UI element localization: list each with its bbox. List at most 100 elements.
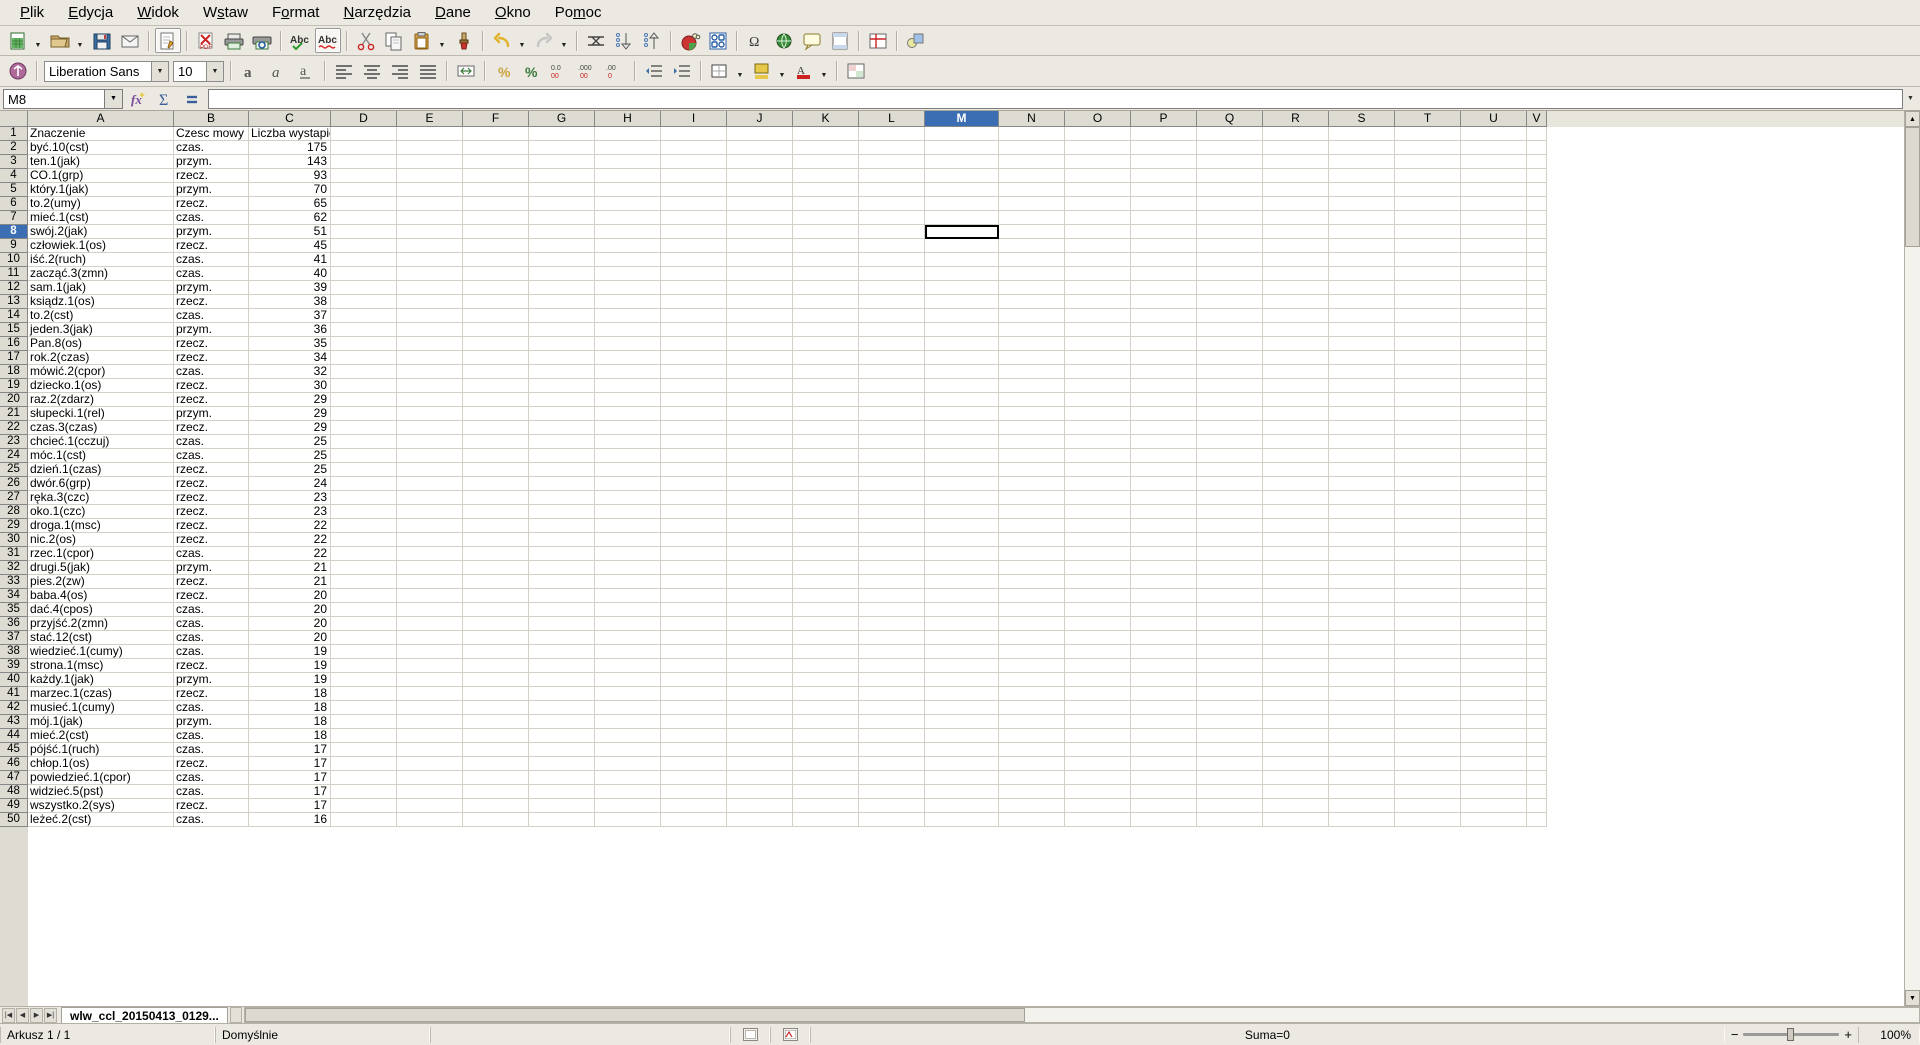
cell-R10[interactable] bbox=[1263, 253, 1329, 267]
cell-S27[interactable] bbox=[1329, 491, 1395, 505]
cell-Q25[interactable] bbox=[1197, 463, 1263, 477]
cell-S17[interactable] bbox=[1329, 351, 1395, 365]
cell-A37[interactable]: stać.12(cst) bbox=[28, 631, 174, 645]
cell-F1[interactable] bbox=[463, 127, 529, 141]
cell-K11[interactable] bbox=[793, 267, 859, 281]
cell-F38[interactable] bbox=[463, 645, 529, 659]
cell-U13[interactable] bbox=[1461, 295, 1527, 309]
cell-K26[interactable] bbox=[793, 477, 859, 491]
cell-C5[interactable]: 70 bbox=[249, 183, 331, 197]
cell-N3[interactable] bbox=[999, 155, 1065, 169]
cell-K15[interactable] bbox=[793, 323, 859, 337]
cell-R35[interactable] bbox=[1263, 603, 1329, 617]
cell-A33[interactable]: pies.2(zw) bbox=[28, 575, 174, 589]
cell-O1[interactable] bbox=[1065, 127, 1131, 141]
cell-V20[interactable] bbox=[1527, 393, 1547, 407]
cell-S48[interactable] bbox=[1329, 785, 1395, 799]
cell-G41[interactable] bbox=[529, 687, 595, 701]
cell-D50[interactable] bbox=[331, 813, 397, 827]
cell-I11[interactable] bbox=[661, 267, 727, 281]
cell-A32[interactable]: drugi.5(jak) bbox=[28, 561, 174, 575]
cell-H18[interactable] bbox=[595, 365, 661, 379]
cell-F47[interactable] bbox=[463, 771, 529, 785]
row-header-12[interactable]: 12 bbox=[0, 281, 28, 295]
cell-F42[interactable] bbox=[463, 701, 529, 715]
merge-cells-icon[interactable] bbox=[453, 59, 479, 84]
font-name-input[interactable] bbox=[45, 61, 151, 81]
zoom-thumb[interactable] bbox=[1787, 1028, 1795, 1041]
cell-G19[interactable] bbox=[529, 379, 595, 393]
cell-R38[interactable] bbox=[1263, 645, 1329, 659]
background-color-icon[interactable] bbox=[749, 59, 775, 84]
cell-L30[interactable] bbox=[859, 533, 925, 547]
cell-E30[interactable] bbox=[397, 533, 463, 547]
cell-D30[interactable] bbox=[331, 533, 397, 547]
cell-C18[interactable]: 32 bbox=[249, 365, 331, 379]
cell-B42[interactable]: czas. bbox=[174, 701, 249, 715]
cell-U10[interactable] bbox=[1461, 253, 1527, 267]
sum-icon[interactable]: Σ bbox=[152, 88, 177, 110]
cell-A12[interactable]: sam.1(jak) bbox=[28, 281, 174, 295]
cell-T24[interactable] bbox=[1395, 449, 1461, 463]
row-header-26[interactable]: 26 bbox=[0, 477, 28, 491]
cell-P21[interactable] bbox=[1131, 407, 1197, 421]
cell-P13[interactable] bbox=[1131, 295, 1197, 309]
cell-G39[interactable] bbox=[529, 659, 595, 673]
cell-L29[interactable] bbox=[859, 519, 925, 533]
cell-P32[interactable] bbox=[1131, 561, 1197, 575]
cell-D21[interactable] bbox=[331, 407, 397, 421]
row-header-27[interactable]: 27 bbox=[0, 491, 28, 505]
cell-O26[interactable] bbox=[1065, 477, 1131, 491]
cell-E22[interactable] bbox=[397, 421, 463, 435]
cell-G11[interactable] bbox=[529, 267, 595, 281]
cell-V47[interactable] bbox=[1527, 771, 1547, 785]
cell-H38[interactable] bbox=[595, 645, 661, 659]
cell-U23[interactable] bbox=[1461, 435, 1527, 449]
cell-Q18[interactable] bbox=[1197, 365, 1263, 379]
cell-H7[interactable] bbox=[595, 211, 661, 225]
cell-U41[interactable] bbox=[1461, 687, 1527, 701]
font-color-icon[interactable]: A bbox=[791, 59, 817, 84]
cell-B5[interactable]: przym. bbox=[174, 183, 249, 197]
cell-R8[interactable] bbox=[1263, 225, 1329, 239]
cell-U24[interactable] bbox=[1461, 449, 1527, 463]
cell-T36[interactable] bbox=[1395, 617, 1461, 631]
row-header-5[interactable]: 5 bbox=[0, 183, 28, 197]
cell-B39[interactable]: rzecz. bbox=[174, 659, 249, 673]
cell-F8[interactable] bbox=[463, 225, 529, 239]
cell-O31[interactable] bbox=[1065, 547, 1131, 561]
cell-U31[interactable] bbox=[1461, 547, 1527, 561]
cell-D34[interactable] bbox=[331, 589, 397, 603]
cell-N45[interactable] bbox=[999, 743, 1065, 757]
cell-Q15[interactable] bbox=[1197, 323, 1263, 337]
cell-E15[interactable] bbox=[397, 323, 463, 337]
spelling-icon[interactable]: Abc bbox=[287, 28, 313, 53]
cell-A2[interactable]: być.10(cst) bbox=[28, 141, 174, 155]
cell-S30[interactable] bbox=[1329, 533, 1395, 547]
cell-I40[interactable] bbox=[661, 673, 727, 687]
cell-T40[interactable] bbox=[1395, 673, 1461, 687]
cell-L4[interactable] bbox=[859, 169, 925, 183]
column-header-t[interactable]: T bbox=[1395, 111, 1461, 127]
row-header-22[interactable]: 22 bbox=[0, 421, 28, 435]
cell-K45[interactable] bbox=[793, 743, 859, 757]
cell-D17[interactable] bbox=[331, 351, 397, 365]
row-header-6[interactable]: 6 bbox=[0, 197, 28, 211]
cell-Q9[interactable] bbox=[1197, 239, 1263, 253]
cell-L34[interactable] bbox=[859, 589, 925, 603]
cell-M49[interactable] bbox=[925, 799, 999, 813]
cell-U43[interactable] bbox=[1461, 715, 1527, 729]
row-header-10[interactable]: 10 bbox=[0, 253, 28, 267]
cell-E14[interactable] bbox=[397, 309, 463, 323]
cell-N41[interactable] bbox=[999, 687, 1065, 701]
cell-D13[interactable] bbox=[331, 295, 397, 309]
cell-Q26[interactable] bbox=[1197, 477, 1263, 491]
cell-L43[interactable] bbox=[859, 715, 925, 729]
cell-E33[interactable] bbox=[397, 575, 463, 589]
cell-A39[interactable]: strona.1(msc) bbox=[28, 659, 174, 673]
cell-D47[interactable] bbox=[331, 771, 397, 785]
cell-S11[interactable] bbox=[1329, 267, 1395, 281]
cell-B45[interactable]: czas. bbox=[174, 743, 249, 757]
cell-N32[interactable] bbox=[999, 561, 1065, 575]
cell-F16[interactable] bbox=[463, 337, 529, 351]
